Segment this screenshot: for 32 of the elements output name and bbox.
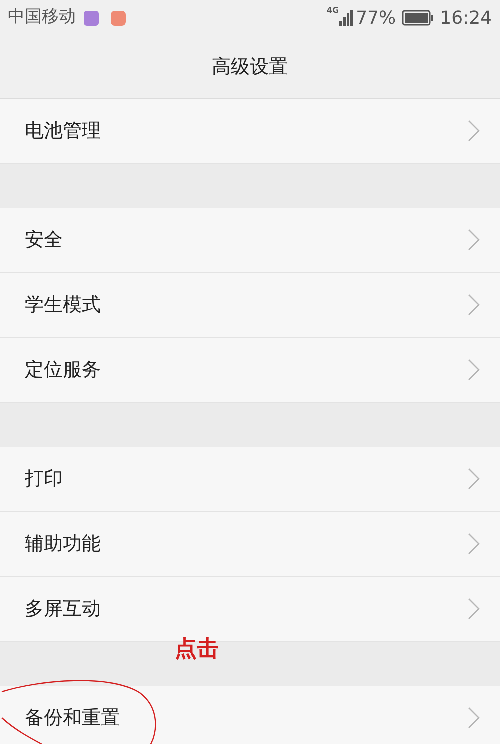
page-title: 高级设置 xyxy=(212,54,288,80)
battery-percent: 77% xyxy=(356,6,396,30)
clock: 16:24 xyxy=(440,6,492,30)
settings-row[interactable]: 定位服务 xyxy=(0,338,500,403)
row-label: 安全 xyxy=(25,228,64,253)
app-icon xyxy=(111,10,126,26)
carrier-name: 中国移动 xyxy=(8,6,76,30)
network-type: 4G xyxy=(326,5,340,17)
chevron-icon xyxy=(468,294,480,316)
row-label: 多屏互动 xyxy=(25,596,102,622)
chevron-icon xyxy=(468,229,480,251)
chevron-icon xyxy=(468,533,480,555)
row-label: 定位服务 xyxy=(25,358,102,383)
chevron-icon xyxy=(468,120,480,142)
row-label: 备份和重置 xyxy=(25,706,121,731)
settings-row[interactable]: 辅助功能 xyxy=(0,512,500,577)
signal-icon xyxy=(339,10,354,26)
settings-row[interactable]: 学生模式 xyxy=(0,273,500,338)
settings-row[interactable]: 备份和重置 xyxy=(0,686,500,744)
settings-row[interactable]: 安全 xyxy=(0,208,500,273)
settings-row[interactable]: 打印 xyxy=(0,447,500,512)
settings-row[interactable]: 电池管理 xyxy=(0,99,500,164)
chevron-icon xyxy=(468,707,480,729)
chevron-icon xyxy=(468,359,480,381)
battery-icon xyxy=(402,10,434,26)
row-label: 打印 xyxy=(25,466,64,492)
chevron-icon xyxy=(468,468,480,490)
gallery-icon xyxy=(84,10,99,26)
row-label: 电池管理 xyxy=(25,118,102,144)
chevron-icon xyxy=(468,598,480,620)
row-label: 辅助功能 xyxy=(25,532,102,557)
row-label: 学生模式 xyxy=(25,292,102,318)
